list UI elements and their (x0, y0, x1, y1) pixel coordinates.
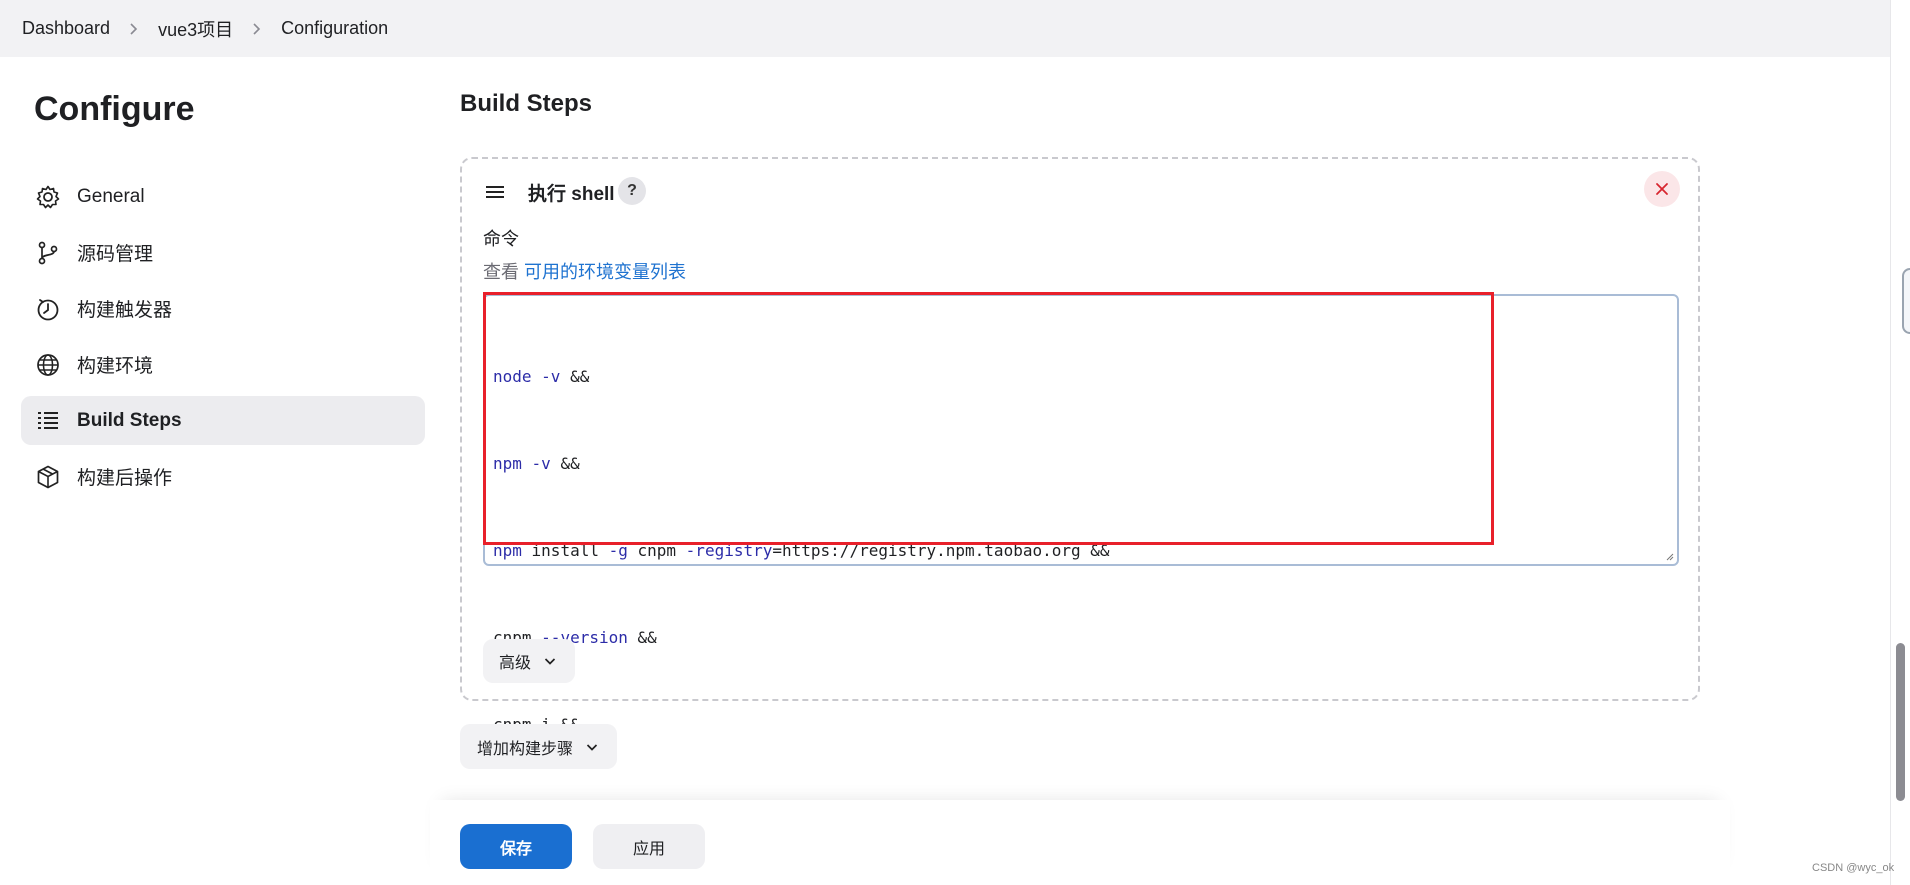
code-token: node (493, 367, 532, 386)
drag-handle-icon[interactable] (484, 181, 506, 203)
page-title: Configure (34, 90, 195, 128)
close-icon (1656, 183, 1668, 195)
chevron-down-icon (585, 740, 599, 754)
sidebar-item-label: 构建后操作 (77, 468, 173, 489)
scrollbar[interactable] (1890, 0, 1910, 885)
sidebar-nav: General 源码管理 构建触发器 构建环境 Build Steps 构建后操… (21, 172, 425, 508)
sidebar-item-triggers[interactable]: 构建触发器 (21, 284, 425, 333)
globe-icon (35, 352, 61, 378)
form-actions-bar: 保存 应用 (430, 800, 1730, 885)
command-code: node -v && npm -v && npm install -g cnpm… (493, 304, 1110, 884)
scrollbar-thumb[interactable] (1896, 643, 1905, 801)
sidebar-item-general[interactable]: General (21, 172, 425, 221)
build-step-card: 执行 shell ? 命令 查看 可用的环境变量列表 node -v && np… (460, 157, 1700, 821)
step-title: 执行 shell (528, 184, 615, 205)
save-button[interactable]: 保存 (460, 824, 572, 869)
watermark: CSDN @wyc_ok (1812, 862, 1895, 874)
breadcrumb-dashboard[interactable]: Dashboard (22, 12, 110, 45)
code-token: -v (531, 454, 551, 473)
advanced-button[interactable]: 高级 (483, 639, 576, 683)
command-label: 命令 (483, 229, 519, 249)
help-button[interactable]: ? (618, 177, 646, 205)
sidebar-item-post-build[interactable]: 构建后操作 (21, 452, 425, 501)
breadcrumb-project[interactable]: vue3项目 (158, 10, 233, 48)
gear-icon (35, 184, 61, 210)
chevron-right-icon (110, 22, 158, 36)
code-token: npm (493, 454, 522, 473)
clock-icon (35, 296, 61, 322)
resize-handle-icon[interactable] (1664, 551, 1674, 561)
env-vars-line: 查看 可用的环境变量列表 (483, 258, 686, 284)
advanced-label: 高级 (499, 655, 532, 672)
section-title: Build Steps (460, 90, 593, 117)
command-textarea[interactable]: node -v && npm -v && npm install -g cnpm… (483, 294, 1679, 821)
chevron-right-icon (233, 22, 281, 36)
breadcrumb: Dashboard vue3项目 Configuration (22, 10, 388, 48)
code-token: npm (493, 541, 522, 560)
code-line: node -v && (493, 367, 590, 386)
sidebar-item-environment[interactable]: 构建环境 (21, 340, 425, 389)
code-token: -registry (685, 541, 773, 560)
code-line: npm -v && (493, 454, 580, 473)
code-token: -v (541, 367, 561, 386)
sidebar-item-label: 构建环境 (77, 356, 154, 377)
code-line: cnpm --version && (493, 628, 657, 647)
package-icon (35, 464, 61, 490)
env-vars-prefix: 查看 (483, 262, 519, 282)
sidebar-item-scm[interactable]: 源码管理 (21, 228, 425, 277)
breadcrumb-bar: Dashboard vue3项目 Configuration (0, 0, 1890, 57)
branch-icon (35, 240, 61, 266)
add-build-step-button[interactable]: 增加构建步骤 (460, 724, 618, 769)
add-build-step-label: 增加构建步骤 (477, 740, 574, 758)
breadcrumb-configuration[interactable]: Configuration (281, 12, 388, 45)
sidebar-item-label: 源码管理 (77, 244, 154, 265)
apply-button[interactable]: 应用 (593, 824, 705, 869)
sidebar-item-label: 构建触发器 (77, 300, 173, 321)
env-vars-link[interactable]: 可用的环境变量列表 (524, 262, 686, 282)
code-token: -g (608, 541, 628, 560)
sidebar-item-label: General (77, 185, 145, 207)
side-panel-tab[interactable] (1902, 268, 1910, 334)
chevron-down-icon (543, 654, 557, 668)
remove-step-button[interactable] (1644, 171, 1680, 207)
list-icon (35, 408, 61, 434)
sidebar-item-build-steps[interactable]: Build Steps (21, 396, 425, 445)
code-line: npm install -g cnpm -registry=https://re… (493, 541, 1110, 560)
sidebar-item-label: Build Steps (77, 409, 182, 431)
